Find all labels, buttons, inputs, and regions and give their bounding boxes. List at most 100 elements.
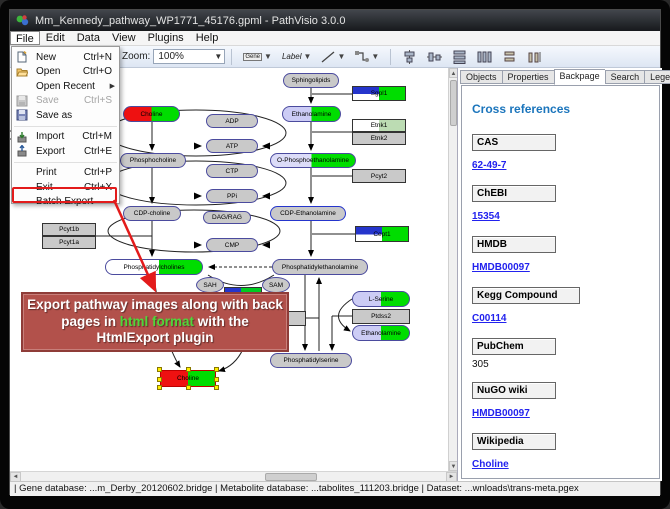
- menu-item-import[interactable]: ImportCtrl+M: [12, 130, 119, 145]
- resize-handle[interactable]: [214, 385, 219, 390]
- annotation-highlight: html format: [120, 314, 194, 329]
- menu-item-save[interactable]: SaveCtrl+S: [12, 94, 119, 109]
- pathway-node[interactable]: ADP: [206, 114, 258, 128]
- pathway-node[interactable]: Ethanolamine: [282, 106, 341, 122]
- align-center-x-button[interactable]: [398, 48, 421, 65]
- resize-handle[interactable]: [157, 377, 162, 382]
- add-label-button[interactable]: Label ▼: [278, 48, 316, 65]
- chevron-down-icon[interactable]: ▼: [212, 50, 224, 63]
- zoom-label: Zoom:: [122, 51, 150, 62]
- draw-line-button[interactable]: ▼: [317, 48, 349, 65]
- tab-legend[interactable]: Legend: [644, 70, 670, 84]
- distribute-rows-button[interactable]: [448, 48, 471, 65]
- pathway-gene-node[interactable]: Cept1: [355, 226, 409, 242]
- pathway-node[interactable]: Phosphatidylcholines: [105, 259, 203, 275]
- menu-file[interactable]: File: [10, 31, 40, 45]
- pathway-node[interactable]: DAG/RAG: [203, 211, 251, 224]
- pathway-node[interactable]: Choline: [123, 106, 180, 122]
- menu-plugins[interactable]: Plugins: [142, 31, 190, 45]
- menu-item-open[interactable]: OpenCtrl+O: [12, 65, 119, 80]
- gene-icon: Gene: [243, 53, 262, 61]
- menu-item-print[interactable]: PrintCtrl+P: [12, 166, 119, 181]
- canvas-horizontal-scrollbar[interactable]: ◄ ►: [10, 471, 457, 481]
- pathway-node[interactable]: Sphingolipids: [283, 73, 339, 88]
- pathway-node[interactable]: CMP: [206, 238, 258, 252]
- pathway-node[interactable]: ATP: [206, 139, 258, 153]
- menu-help[interactable]: Help: [190, 31, 225, 45]
- xref-section-chebi: ChEBI 15354: [472, 185, 649, 224]
- add-gene-button[interactable]: Gene ▼: [239, 48, 276, 65]
- pathway-gene-node[interactable]: Ptdss2: [352, 309, 410, 324]
- xref-section-kegg: Kegg Compound C00114: [472, 287, 649, 326]
- distribute-columns-button[interactable]: [473, 48, 496, 65]
- stack-horizontal-button[interactable]: [523, 48, 546, 65]
- resize-handle[interactable]: [157, 385, 162, 390]
- pathway-node[interactable]: O-Phosphoethanolamine: [270, 153, 356, 168]
- align-center-y-button[interactable]: [423, 48, 446, 65]
- tab-properties[interactable]: Properties: [502, 70, 554, 84]
- draw-connector-button[interactable]: ▼: [351, 48, 383, 65]
- pathway-node-selected[interactable]: Choline: [160, 370, 216, 387]
- resize-handle[interactable]: [214, 377, 219, 382]
- vertical-scroll-thumb[interactable]: [450, 80, 457, 126]
- menu-item-new[interactable]: NewCtrl+N: [12, 50, 119, 65]
- screenshot-frame: Mm_Kennedy_pathway_WP1771_45176.gpml - P…: [0, 0, 670, 509]
- menu-item-export[interactable]: ExportCtrl+E: [12, 144, 119, 159]
- menu-item-save-as[interactable]: Save as: [12, 108, 119, 123]
- zoom-value: 100%: [158, 51, 184, 62]
- resize-handle[interactable]: [186, 367, 191, 372]
- pathway-node[interactable]: PPi: [206, 189, 258, 203]
- distribute-rows-icon: [452, 50, 467, 64]
- pathway-gene-node[interactable]: Pcyt1b: [42, 223, 96, 236]
- pathway-node[interactable]: Phosphatidylserine: [270, 353, 352, 368]
- xref-source-name: ChEBI: [472, 185, 556, 202]
- title-bar[interactable]: Mm_Kennedy_pathway_WP1771_45176.gpml - P…: [10, 10, 660, 31]
- pathway-gene-node[interactable]: [288, 311, 306, 326]
- pathway-gene-node[interactable]: Etnk2: [352, 132, 406, 145]
- pathway-node[interactable]: L-Serine: [352, 291, 410, 307]
- pathway-node[interactable]: SAM: [262, 277, 290, 293]
- pathway-node[interactable]: Ethanolamine: [352, 325, 410, 341]
- tab-objects[interactable]: Objects: [460, 70, 502, 84]
- pathway-gene-node[interactable]: Pcyt2: [352, 169, 406, 183]
- menu-item-open-recent[interactable]: Open Recent▶: [12, 79, 119, 94]
- open-folder-icon: [16, 66, 28, 78]
- resize-handle[interactable]: [186, 385, 191, 390]
- xref-link[interactable]: Choline: [472, 459, 509, 470]
- xref-section-cas: CAS 62-49-7: [472, 134, 649, 173]
- resize-handle[interactable]: [214, 367, 219, 372]
- xref-link[interactable]: HMDB00097: [472, 408, 530, 419]
- tab-backpage[interactable]: Backpage: [554, 69, 605, 85]
- zoom-combobox[interactable]: 100% ▼: [153, 49, 225, 64]
- pathway-node[interactable]: Phosphocholine: [120, 153, 186, 168]
- cross-references-heading: Cross references: [472, 102, 649, 116]
- xref-link[interactable]: 62-49-7: [472, 160, 506, 171]
- horizontal-scroll-thumb[interactable]: [265, 473, 317, 481]
- chevron-down-icon: ▼: [304, 52, 312, 61]
- stack-vertical-button[interactable]: [498, 48, 521, 65]
- pathway-node[interactable]: CTP: [206, 164, 258, 178]
- pathway-gene-node[interactable]: Sgpl1: [352, 86, 406, 101]
- menu-view[interactable]: View: [106, 31, 142, 45]
- pathway-node[interactable]: CDP-choline: [123, 206, 181, 221]
- pathway-gene-node[interactable]: Etnk1: [352, 119, 406, 132]
- menu-edit[interactable]: Edit: [40, 31, 71, 45]
- xref-section-wikipedia: Wikipedia Choline: [472, 433, 649, 472]
- annotation-callout: Export pathway images along with back pa…: [21, 292, 289, 352]
- pathway-gene-node[interactable]: Pcyt1a: [42, 236, 96, 249]
- pathway-node[interactable]: SAH: [196, 277, 224, 293]
- xref-link[interactable]: 15354: [472, 211, 500, 222]
- pathway-node[interactable]: CDP-Ethanolamine: [270, 206, 346, 221]
- pathway-node[interactable]: Phosphatidylethanolamine: [272, 259, 368, 275]
- chevron-down-icon: ▼: [264, 52, 272, 61]
- xref-link[interactable]: HMDB00097: [472, 262, 530, 273]
- tab-search[interactable]: Search: [605, 70, 645, 84]
- menu-data[interactable]: Data: [71, 31, 106, 45]
- side-panel: Objects Properties Backpage Search Legen…: [457, 68, 662, 481]
- annotation-line2: pages in html format with the: [61, 314, 249, 331]
- resize-handle[interactable]: [157, 367, 162, 372]
- canvas-vertical-scrollbar[interactable]: ▲ ▼: [448, 68, 457, 471]
- xref-section-hmdb: HMDB HMDB00097: [472, 236, 649, 275]
- menu-bar: File Edit Data View Plugins Help: [10, 31, 660, 46]
- xref-link[interactable]: C00114: [472, 313, 506, 324]
